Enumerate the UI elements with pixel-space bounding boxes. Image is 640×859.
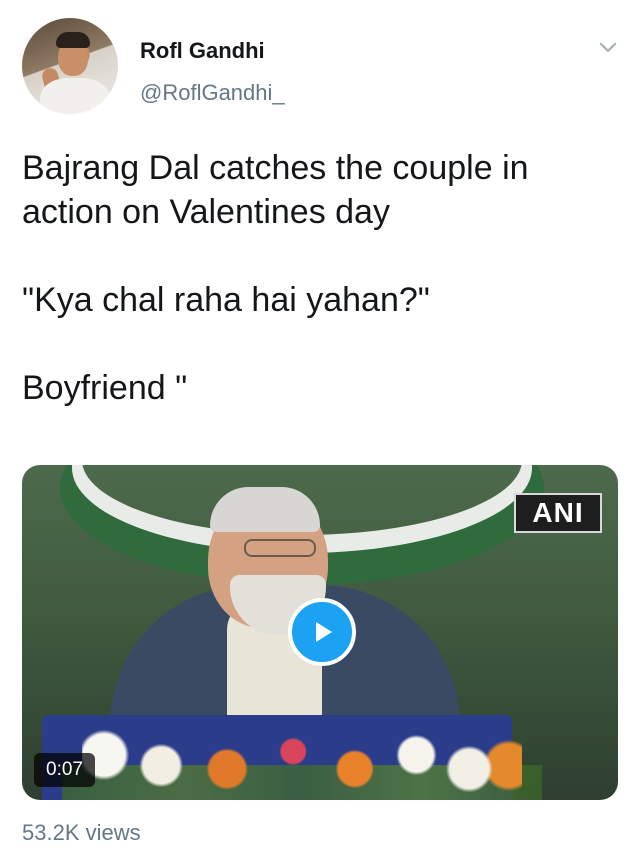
tweet-paragraph: "Kya chal raha hai yahan?" — [22, 281, 430, 319]
podium-flowers — [82, 727, 522, 797]
ani-watermark: ANI — [514, 493, 602, 533]
play-icon — [316, 622, 332, 642]
author-display-name[interactable]: Rofl Gandhi — [140, 38, 265, 64]
tweet-paragraph: Boyfriend " — [22, 369, 188, 407]
avatar[interactable] — [22, 18, 118, 114]
video-duration: 0:07 — [34, 753, 95, 787]
speaker-hair — [210, 487, 320, 532]
play-button[interactable] — [288, 598, 356, 666]
avatar-shirt — [40, 78, 110, 114]
tweet-paragraph: Bajrang Dal catches the couple in action… — [22, 149, 529, 231]
tweet-text: Bajrang Dal catches the couple in action… — [22, 146, 622, 454]
video-player[interactable]: ANI 0:07 — [22, 465, 618, 800]
avatar-hair — [56, 32, 90, 48]
chevron-down-icon[interactable] — [596, 36, 620, 60]
speaker-glasses — [244, 539, 316, 557]
tweet-card: Rofl Gandhi @RoflGandhi_ Bajrang Dal cat… — [0, 0, 640, 859]
view-count: 53.2K views — [22, 820, 141, 845]
author-handle[interactable]: @RoflGandhi_ — [140, 80, 285, 106]
